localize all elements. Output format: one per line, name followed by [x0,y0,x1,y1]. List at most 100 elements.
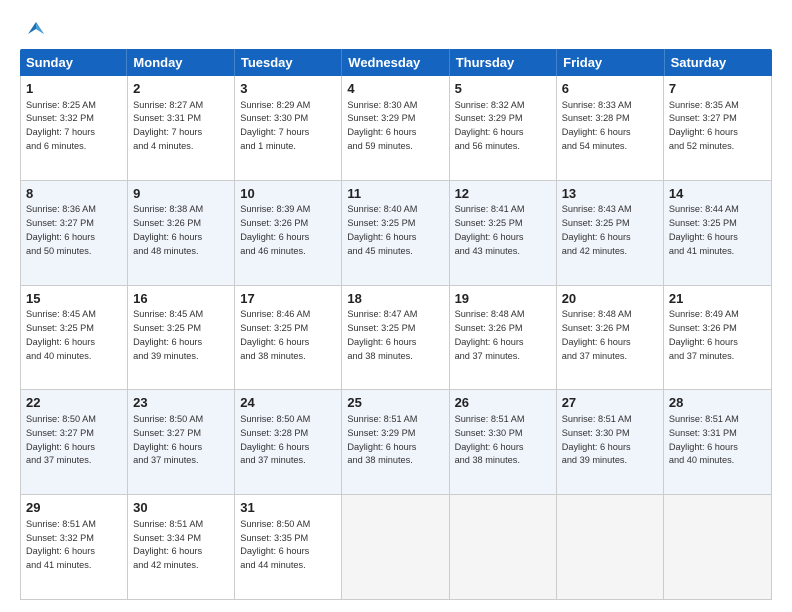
day-cell-18: 18Sunrise: 8:47 AM Sunset: 3:25 PM Dayli… [342,286,449,390]
day-text-30: Sunrise: 8:51 AM Sunset: 3:34 PM Dayligh… [133,519,203,570]
day-text-27: Sunrise: 8:51 AM Sunset: 3:30 PM Dayligh… [562,414,632,465]
day-cell-31: 31 Sunrise: 8:50 AM Sunset: 3:35 PM Dayli… [235,495,342,599]
day-number-19: 19 [455,290,551,308]
day-cell-26: 26 Sunrise: 8:51 AM Sunset: 3:30 PM Dayli… [450,390,557,494]
day-number-25: 25 [347,394,443,412]
day-number-17: 17 [240,290,336,308]
page: Sunday Monday Tuesday Wednesday Thursday… [0,0,792,612]
day-text-19: Sunrise: 8:48 AM Sunset: 3:26 PM Dayligh… [455,309,525,360]
week-row-4: 22 Sunrise: 8:50 AM Sunset: 3:27 PM Dayli… [21,390,771,495]
day-text-29: Sunrise: 8:51 AM Sunset: 3:32 PM Dayligh… [26,519,96,570]
header-saturday: Saturday [665,49,772,76]
day-number-30: 30 [133,499,229,517]
day-cell-14: 14Sunrise: 8:44 AM Sunset: 3:25 PM Dayli… [664,181,771,285]
day-text-7: Sunrise: 8:35 AM Sunset: 3:27 PM Dayligh… [669,100,739,151]
day-cell-11: 11Sunrise: 8:40 AM Sunset: 3:25 PM Dayli… [342,181,449,285]
header-sunday: Sunday [20,49,127,76]
day-number-24: 24 [240,394,336,412]
header-thursday: Thursday [450,49,557,76]
logo-bird-icon [24,16,46,43]
day-number-15: 15 [26,290,122,308]
day-number-14: 14 [669,185,766,203]
day-cell-17: 17Sunrise: 8:46 AM Sunset: 3:25 PM Dayli… [235,286,342,390]
day-text-15: Sunrise: 8:45 AM Sunset: 3:25 PM Dayligh… [26,309,96,360]
day-number-6: 6 [562,80,658,98]
day-cell-15: 15Sunrise: 8:45 AM Sunset: 3:25 PM Dayli… [21,286,128,390]
day-cell-27: 27 Sunrise: 8:51 AM Sunset: 3:30 PM Dayli… [557,390,664,494]
day-cell-10: 10Sunrise: 8:39 AM Sunset: 3:26 PM Dayli… [235,181,342,285]
day-cell-2: 2 Sunrise: 8:27 AM Sunset: 3:31 PM Daylig… [128,76,235,180]
empty-cell-w4c3 [342,495,449,599]
day-text-10: Sunrise: 8:39 AM Sunset: 3:26 PM Dayligh… [240,204,310,255]
header-friday: Friday [557,49,664,76]
day-number-26: 26 [455,394,551,412]
calendar-header: Sunday Monday Tuesday Wednesday Thursday… [20,49,772,76]
week-row-2: 8Sunrise: 8:36 AM Sunset: 3:27 PM Daylig… [21,181,771,286]
day-text-17: Sunrise: 8:46 AM Sunset: 3:25 PM Dayligh… [240,309,310,360]
day-number-28: 28 [669,394,766,412]
day-number-8: 8 [26,185,122,203]
day-cell-30: 30 Sunrise: 8:51 AM Sunset: 3:34 PM Dayli… [128,495,235,599]
day-cell-29: 29 Sunrise: 8:51 AM Sunset: 3:32 PM Dayli… [21,495,128,599]
day-text-28: Sunrise: 8:51 AM Sunset: 3:31 PM Dayligh… [669,414,739,465]
day-cell-7: 7 Sunrise: 8:35 AM Sunset: 3:27 PM Daylig… [664,76,771,180]
day-number-18: 18 [347,290,443,308]
day-cell-3: 3 Sunrise: 8:29 AM Sunset: 3:30 PM Daylig… [235,76,342,180]
empty-cell-w4c5 [557,495,664,599]
day-cell-23: 23 Sunrise: 8:50 AM Sunset: 3:27 PM Dayli… [128,390,235,494]
day-text-20: Sunrise: 8:48 AM Sunset: 3:26 PM Dayligh… [562,309,632,360]
day-text-6: Sunrise: 8:33 AM Sunset: 3:28 PM Dayligh… [562,100,632,151]
week-row-5: 29 Sunrise: 8:51 AM Sunset: 3:32 PM Dayli… [21,495,771,599]
day-text-4: Sunrise: 8:30 AM Sunset: 3:29 PM Dayligh… [347,100,417,151]
day-number-22: 22 [26,394,122,412]
day-text-14: Sunrise: 8:44 AM Sunset: 3:25 PM Dayligh… [669,204,739,255]
day-number-7: 7 [669,80,766,98]
day-number-3: 3 [240,80,336,98]
day-number-16: 16 [133,290,229,308]
day-text-3: Sunrise: 8:29 AM Sunset: 3:30 PM Dayligh… [240,100,310,151]
week-row-1: 1Sunrise: 8:25 AM Sunset: 3:32 PM Daylig… [21,76,771,181]
day-cell-13: 13Sunrise: 8:43 AM Sunset: 3:25 PM Dayli… [557,181,664,285]
header [20,16,772,39]
day-number-10: 10 [240,185,336,203]
logo [20,16,46,39]
day-text-21: Sunrise: 8:49 AM Sunset: 3:26 PM Dayligh… [669,309,739,360]
day-number-29: 29 [26,499,122,517]
day-cell-28: 28 Sunrise: 8:51 AM Sunset: 3:31 PM Dayli… [664,390,771,494]
header-monday: Monday [127,49,234,76]
day-text-23: Sunrise: 8:50 AM Sunset: 3:27 PM Dayligh… [133,414,203,465]
day-text-26: Sunrise: 8:51 AM Sunset: 3:30 PM Dayligh… [455,414,525,465]
header-tuesday: Tuesday [235,49,342,76]
day-cell-25: 25 Sunrise: 8:51 AM Sunset: 3:29 PM Dayli… [342,390,449,494]
day-number-21: 21 [669,290,766,308]
day-text-11: Sunrise: 8:40 AM Sunset: 3:25 PM Dayligh… [347,204,417,255]
calendar-body: 1Sunrise: 8:25 AM Sunset: 3:32 PM Daylig… [20,76,772,600]
day-text-25: Sunrise: 8:51 AM Sunset: 3:29 PM Dayligh… [347,414,417,465]
day-cell-8: 8Sunrise: 8:36 AM Sunset: 3:27 PM Daylig… [21,181,128,285]
day-cell-4: 4 Sunrise: 8:30 AM Sunset: 3:29 PM Daylig… [342,76,449,180]
day-cell-1: 1Sunrise: 8:25 AM Sunset: 3:32 PM Daylig… [21,76,128,180]
day-number-1: 1 [26,80,122,98]
day-cell-19: 19Sunrise: 8:48 AM Sunset: 3:26 PM Dayli… [450,286,557,390]
day-text-13: Sunrise: 8:43 AM Sunset: 3:25 PM Dayligh… [562,204,632,255]
day-number-20: 20 [562,290,658,308]
day-cell-9: 9Sunrise: 8:38 AM Sunset: 3:26 PM Daylig… [128,181,235,285]
day-number-31: 31 [240,499,336,517]
day-text-24: Sunrise: 8:50 AM Sunset: 3:28 PM Dayligh… [240,414,310,465]
day-cell-21: 21Sunrise: 8:49 AM Sunset: 3:26 PM Dayli… [664,286,771,390]
day-text-8: Sunrise: 8:36 AM Sunset: 3:27 PM Dayligh… [26,204,96,255]
day-text-5: Sunrise: 8:32 AM Sunset: 3:29 PM Dayligh… [455,100,525,151]
day-number-5: 5 [455,80,551,98]
header-wednesday: Wednesday [342,49,449,76]
day-number-2: 2 [133,80,229,98]
day-number-23: 23 [133,394,229,412]
day-number-4: 4 [347,80,443,98]
logo-image [20,16,46,43]
day-text-2: Sunrise: 8:27 AM Sunset: 3:31 PM Dayligh… [133,100,203,151]
empty-cell-w4c6 [664,495,771,599]
day-cell-16: 16Sunrise: 8:45 AM Sunset: 3:25 PM Dayli… [128,286,235,390]
day-number-27: 27 [562,394,658,412]
day-text-18: Sunrise: 8:47 AM Sunset: 3:25 PM Dayligh… [347,309,417,360]
day-text-31: Sunrise: 8:50 AM Sunset: 3:35 PM Dayligh… [240,519,310,570]
day-text-12: Sunrise: 8:41 AM Sunset: 3:25 PM Dayligh… [455,204,525,255]
